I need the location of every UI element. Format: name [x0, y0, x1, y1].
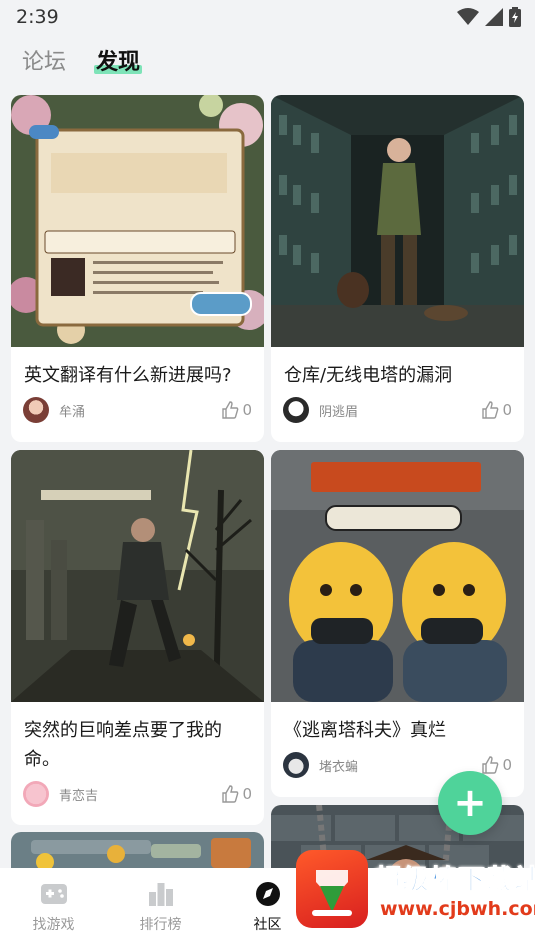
post-card[interactable]: 《逃离塔科夫》真烂 堵衣蝙 0: [271, 450, 524, 797]
wifi-icon: [457, 8, 479, 25]
signal-icon: [485, 8, 503, 26]
post-image: [271, 450, 524, 702]
nav-label: 社区: [253, 917, 282, 933]
like-button[interactable]: 0: [221, 785, 252, 803]
nav-label: 排行榜: [139, 917, 182, 933]
avatar[interactable]: [283, 397, 309, 423]
watermark-name: 超级棒下载站: [374, 865, 535, 897]
thumbs-up-icon: [222, 785, 239, 803]
post-meta: 阴逃眉 0: [271, 390, 524, 430]
author-name: 牟涌: [59, 404, 86, 420]
post-image: [271, 95, 524, 347]
author-name: 阴逃眉: [319, 404, 359, 420]
status-icons: [457, 7, 521, 27]
like-button[interactable]: 0: [481, 756, 512, 774]
post-card[interactable]: 仓库/无线电塔的漏洞 阴逃眉 0: [271, 95, 524, 442]
post-meta: 青恋吉 0: [11, 774, 264, 814]
create-post-button[interactable]: +: [438, 771, 502, 835]
post-meta: 牟涌 0: [11, 390, 264, 430]
like-count: 0: [502, 756, 512, 774]
thumbs-up-icon: [222, 401, 239, 419]
watermark: 超级棒下载站 www.cjbwh.com: [296, 848, 535, 951]
avatar[interactable]: [23, 397, 49, 423]
tab-forum[interactable]: 论坛: [22, 44, 66, 86]
gamepad-icon: [40, 884, 67, 904]
like-count: 0: [242, 401, 252, 419]
watermark-url: www.cjbwh.com: [380, 898, 535, 920]
post-title: 突然的巨响差点要了我的命。: [24, 720, 222, 770]
thumbs-up-icon: [482, 756, 499, 774]
nav-label: 找游戏: [32, 917, 75, 933]
post-image: [11, 450, 264, 702]
post-card[interactable]: 突然的巨响差点要了我的命。 青恋吉 0: [11, 450, 264, 825]
tab-discover[interactable]: 发现: [94, 44, 143, 86]
author-name: 堵衣蝙: [319, 759, 359, 775]
battery-icon: [509, 7, 521, 27]
thumbs-up-icon: [482, 401, 499, 419]
avatar[interactable]: [283, 752, 309, 778]
status-time: 2:39: [16, 6, 59, 28]
tab-discover-label: 发现: [96, 50, 141, 75]
like-count: 0: [242, 785, 252, 803]
like-button[interactable]: 0: [481, 401, 512, 419]
nav-item-find-games[interactable]: 找游戏: [0, 880, 107, 951]
top-tabs: 论坛 发现: [0, 34, 535, 86]
status-bar: 2:39: [0, 0, 535, 34]
post-card[interactable]: 英文翻译有什么新进展吗? 牟涌 0: [11, 95, 264, 442]
bar-chart-icon: [148, 883, 173, 906]
like-count: 0: [502, 401, 512, 419]
nav-item-rankings[interactable]: 排行榜: [107, 880, 214, 951]
post-image: [11, 95, 264, 347]
author-name: 青恋吉: [59, 788, 99, 804]
compass-icon: [255, 882, 280, 906]
avatar[interactable]: [23, 781, 49, 807]
watermark-logo-icon: [296, 850, 368, 928]
post-title: 仓库/无线电塔的漏洞: [284, 365, 453, 386]
post-title: 《逃离塔科夫》真烂: [284, 720, 446, 741]
plus-icon: +: [453, 780, 487, 826]
post-title: 英文翻译有什么新进展吗?: [24, 365, 232, 386]
tab-forum-label: 论坛: [22, 50, 67, 75]
like-button[interactable]: 0: [221, 401, 252, 419]
